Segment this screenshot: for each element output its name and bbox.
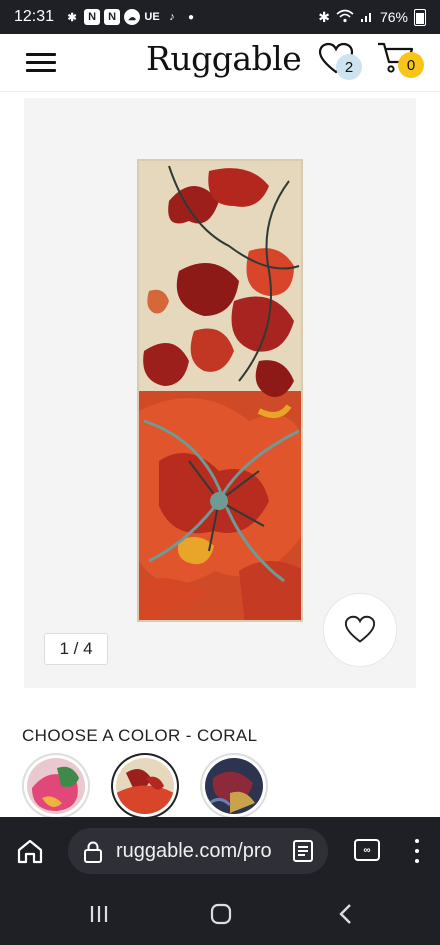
site-header: Ruggable 2 0	[0, 34, 440, 92]
recent-apps-icon[interactable]	[84, 901, 114, 927]
battery-percent: 76%	[379, 9, 408, 25]
color-swatch-pink[interactable]	[22, 753, 90, 819]
home-icon[interactable]	[16, 837, 44, 865]
more-notifications-dot: ●	[188, 11, 195, 23]
tiktok-icon: ♪	[169, 11, 175, 23]
url-text: ruggable.com/pro	[116, 840, 272, 862]
image-counter: 1 / 4	[44, 633, 108, 665]
n-icon: N	[104, 9, 121, 25]
status-time: 12:31	[14, 8, 55, 25]
notification-icons: ✱ N N ☁ UE ♪ ●	[64, 9, 194, 25]
tabs-button[interactable]: ∞	[354, 839, 380, 861]
add-to-wishlist-button[interactable]	[323, 593, 397, 667]
home-nav-icon[interactable]	[206, 901, 236, 927]
cloud-icon: ☁	[124, 9, 141, 25]
n-icon: N	[84, 9, 101, 25]
swatch-image	[116, 758, 174, 814]
swatch-image	[27, 758, 85, 814]
heart-icon	[344, 615, 376, 643]
swatch-image	[205, 758, 263, 814]
rug-product-image[interactable]	[137, 159, 303, 622]
slack-icon: ✱	[67, 11, 77, 24]
cart-count-badge: 0	[398, 52, 424, 78]
bluetooth-icon: ✱	[318, 8, 330, 25]
address-bar[interactable]: ruggable.com/pro	[68, 828, 328, 874]
status-bar: 12:31 ✱ N N ☁ UE ♪ ● ✱ 76%	[0, 0, 440, 34]
more-options-icon[interactable]	[412, 837, 422, 865]
color-swatch-coral[interactable]	[111, 753, 179, 819]
wifi-icon	[336, 9, 354, 26]
browser-toolbar: ruggable.com/pro ∞	[0, 817, 440, 883]
reader-mode-icon[interactable]	[292, 839, 314, 863]
battery-icon	[414, 8, 426, 26]
color-swatch-navy[interactable]	[200, 753, 268, 819]
color-chooser-title: CHOOSE A COLOR - CORAL	[22, 726, 258, 745]
ruggable-logo[interactable]: Ruggable	[146, 39, 302, 78]
menu-icon[interactable]	[26, 51, 56, 75]
cart-button[interactable]: 0	[376, 40, 426, 82]
product-image-gallery[interactable]: 1 / 4	[24, 98, 416, 688]
wishlist-count-badge: 2	[336, 54, 362, 80]
lock-icon	[82, 840, 104, 864]
system-navigation-bar	[0, 883, 440, 945]
signal-icon	[360, 9, 374, 26]
back-icon[interactable]	[332, 901, 362, 927]
ue-icon: UE	[144, 11, 160, 23]
wishlist-button[interactable]: 2	[318, 42, 364, 82]
system-status: ✱ 76%	[318, 8, 426, 26]
